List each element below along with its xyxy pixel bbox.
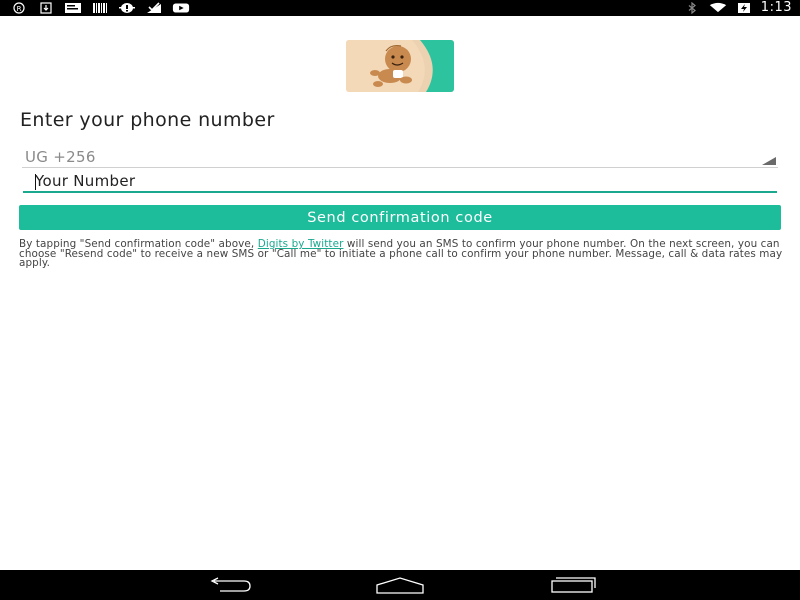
dropdown-triangle-icon <box>762 157 776 165</box>
recents-icon[interactable] <box>548 575 598 595</box>
signal-check-icon <box>145 2 163 14</box>
download-icon <box>37 2 55 14</box>
android-debug-icon <box>118 2 136 14</box>
app-logo <box>346 40 454 92</box>
barcode-icon <box>91 2 109 14</box>
wifi-icon <box>709 2 727 14</box>
system-icons: 1:13 <box>683 0 792 16</box>
navigation-bar <box>0 570 800 600</box>
phone-number-input[interactable] <box>23 171 777 193</box>
registered-icon: R <box>10 2 28 14</box>
bluetooth-icon <box>683 2 701 14</box>
country-code-select[interactable]: UG +256 <box>22 146 778 168</box>
back-icon[interactable] <box>205 575 255 595</box>
status-bar: R 1:13 <box>0 0 800 16</box>
page-title: Enter your phone number <box>20 109 275 131</box>
send-confirmation-code-button[interactable]: Send confirmation code <box>19 205 781 230</box>
country-code-value: UG +256 <box>25 148 96 166</box>
sms-disclaimer: By tapping "Send confirmation code" abov… <box>19 239 783 269</box>
baby-logo-icon <box>346 40 454 92</box>
message-icon <box>64 2 82 14</box>
clock-time: 1:13 <box>760 0 792 15</box>
notification-icons: R <box>10 0 190 16</box>
svg-text:R: R <box>17 5 22 13</box>
text-cursor <box>35 174 36 190</box>
youtube-icon <box>172 2 190 14</box>
home-icon[interactable] <box>374 575 426 595</box>
battery-charging-icon <box>735 2 753 14</box>
